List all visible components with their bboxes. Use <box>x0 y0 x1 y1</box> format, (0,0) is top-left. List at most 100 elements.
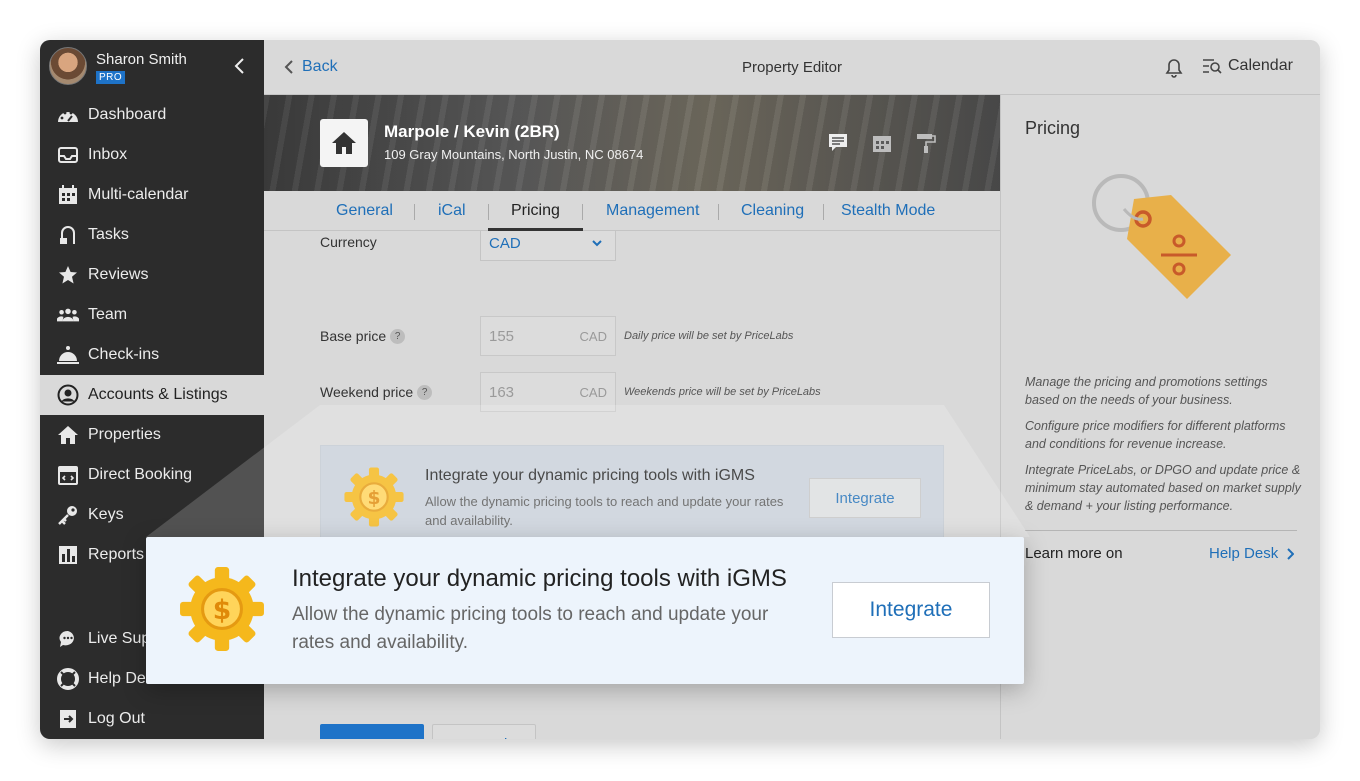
property-address: 109 Gray Mountains, North Justin, NC 086… <box>384 147 644 162</box>
help-icon[interactable]: ? <box>390 328 406 344</box>
sidebar-item-label: Direct Booking <box>88 466 193 483</box>
sidebar-item-label: Log Out <box>88 710 145 727</box>
bell-icon[interactable] <box>1164 58 1184 78</box>
calendar-button[interactable]: Calendar <box>1202 57 1293 75</box>
sidebar-item-label: Check-ins <box>88 346 160 363</box>
save-button[interactable]: Save <box>320 724 424 739</box>
integration-description: Allow the dynamic pricing tools to reach… <box>425 494 784 528</box>
team-icon <box>57 304 79 326</box>
home-icon <box>57 424 79 446</box>
tasks-icon <box>57 224 79 246</box>
help-desk-link[interactable]: Help Desk <box>1209 545 1295 562</box>
chevron-right-icon <box>1287 547 1295 560</box>
top-bar: Back Property Editor Calendar <box>264 40 1320 95</box>
svg-text:$: $ <box>213 595 232 626</box>
sidebar-item-label: Keys <box>88 506 124 523</box>
home-icon <box>320 119 368 167</box>
back-label: Back <box>302 58 338 75</box>
sidebar-item-inbox[interactable]: Inbox <box>40 135 264 175</box>
sidebar-item-label: Team <box>88 306 128 323</box>
reports-icon <box>57 544 79 566</box>
chevron-left-icon <box>284 60 293 74</box>
lifebuoy-icon <box>57 668 79 690</box>
callout-integrate-button[interactable]: Integrate <box>832 582 990 638</box>
sidebar-item-label: Accounts & Listings <box>88 386 228 403</box>
calendar-icon <box>57 184 79 206</box>
star-icon <box>57 264 79 286</box>
sidebar-item-check-ins[interactable]: Check-ins <box>40 335 264 375</box>
help-icon[interactable]: ? <box>417 384 433 400</box>
callout-description: Allow the dynamic pricing tools to reach… <box>292 604 769 653</box>
tab-general[interactable]: General <box>336 202 393 220</box>
weekend-price-hint: Weekends price will be set by PriceLabs <box>624 386 821 398</box>
dashboard-icon <box>57 104 79 126</box>
sidebar-item-label: Tasks <box>88 226 129 243</box>
avatar <box>49 47 87 85</box>
integrate-button[interactable]: Integrate <box>809 478 921 518</box>
sidebar-item-label: Reviews <box>88 266 149 283</box>
weekend-price-unit: CAD <box>579 385 607 400</box>
dollar-gear-icon: $ <box>180 567 264 651</box>
integration-card: $ Integrate your dynamic pricing tools w… <box>320 445 944 549</box>
tab-stealth-mode[interactable]: Stealth Mode <box>841 202 935 220</box>
base-price-label: Base price? <box>320 328 406 344</box>
help-desk-link-label: Help Desk <box>1209 545 1279 562</box>
sidebar-item-multi-calendar[interactable]: Multi-calendar <box>40 175 264 215</box>
currency-value: CAD <box>489 235 521 252</box>
key-icon <box>57 504 79 526</box>
cancel-button[interactable]: Cancel <box>432 724 536 739</box>
chevron-left-icon[interactable] <box>232 56 248 76</box>
booking-icon <box>57 464 79 486</box>
tab-separator <box>488 204 489 220</box>
dollar-gear-icon: $ <box>344 467 404 527</box>
learn-more-label: Learn more on <box>1025 545 1123 562</box>
message-icon[interactable] <box>828 133 848 153</box>
sidebar-item-accounts-listings[interactable]: Accounts & Listings <box>40 375 264 415</box>
panel-paragraph: Configure price modifiers for different … <box>1025 419 1286 451</box>
currency-select[interactable]: CAD <box>480 231 616 261</box>
user-profile[interactable]: Sharon Smith PRO <box>40 40 264 95</box>
sidebar-item-properties[interactable]: Properties <box>40 415 264 455</box>
property-name: Marpole / Kevin (2BR) <box>384 122 560 141</box>
sidebar-item-reviews[interactable]: Reviews <box>40 255 264 295</box>
callout-title: Integrate your dynamic pricing tools wit… <box>292 565 787 592</box>
logout-icon <box>57 708 79 730</box>
tab-separator <box>718 204 719 220</box>
sidebar-item-direct-booking[interactable]: Direct Booking <box>40 455 264 495</box>
weekend-price-label: Weekend price? <box>320 384 433 400</box>
calendar-icon[interactable] <box>872 133 892 153</box>
tab-ical[interactable]: iCal <box>438 202 466 220</box>
tab-cleaning[interactable]: Cleaning <box>741 202 804 220</box>
base-price-value: 155 <box>489 328 515 345</box>
sidebar-item-label: Reports <box>88 546 145 563</box>
property-actions <box>828 133 936 153</box>
tab-pricing[interactable]: Pricing <box>511 202 560 220</box>
chevron-down-icon <box>592 240 602 247</box>
property-header: Marpole / Kevin (2BR) 109 Gray Mountains… <box>264 95 1000 191</box>
sidebar-item-keys[interactable]: Keys <box>40 495 264 535</box>
sidebar-item-log-out[interactable]: Log Out <box>40 699 264 739</box>
calendar-search-icon <box>1203 59 1222 74</box>
currency-label: Currency <box>320 234 377 250</box>
panel-paragraph: Manage the pricing and promotions settin… <box>1025 375 1268 407</box>
sidebar-item-dashboard[interactable]: Dashboard <box>40 95 264 135</box>
sidebar-item-tasks[interactable]: Tasks <box>40 215 264 255</box>
sidebar-item-label: Dashboard <box>88 106 167 123</box>
panel-paragraph: Integrate PriceLabs, or DPGO and update … <box>1025 463 1301 513</box>
base-price-input[interactable]: 155 CAD <box>480 316 616 356</box>
back-link[interactable]: Back <box>284 58 338 76</box>
divider <box>1025 530 1297 531</box>
paint-roller-icon[interactable] <box>916 133 936 153</box>
sidebar-item-team[interactable]: Team <box>40 295 264 335</box>
price-tag-icon <box>1092 174 1231 299</box>
currency-label-text: Currency <box>320 234 377 250</box>
base-price-unit: CAD <box>579 329 607 344</box>
weekend-price-input[interactable]: 163 CAD <box>480 372 616 412</box>
weekend-price-label-text: Weekend price <box>320 384 414 400</box>
tab-management[interactable]: Management <box>606 202 699 220</box>
page-title: Property Editor <box>741 59 843 76</box>
bell-service-icon <box>57 344 79 366</box>
chat-icon <box>57 628 79 650</box>
integration-title: Integrate your dynamic pricing tools wit… <box>425 467 755 484</box>
account-icon <box>57 384 79 406</box>
